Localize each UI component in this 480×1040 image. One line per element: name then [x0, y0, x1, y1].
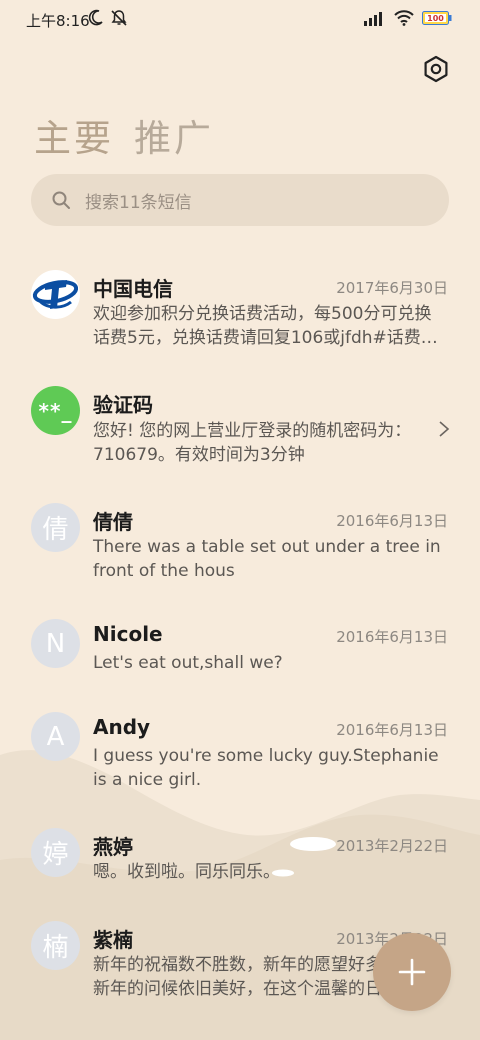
sender-name: 中国电信 [93, 277, 173, 301]
chevron-right-icon[interactable] [438, 420, 450, 438]
avatar-text: A [46, 721, 65, 752]
sender-name: Andy [93, 715, 151, 739]
avatar-text: 婷 [42, 840, 69, 870]
message-preview: 您好! 您的网上营业厅登录的随机密码为：710679。有效时间为3分钟 [93, 421, 412, 465]
category-tabs: 主要 推广 [34, 108, 214, 162]
search-bar[interactable]: 搜索11条短信 [31, 174, 449, 226]
sender-name: 燕婷 [93, 835, 133, 859]
message-preview: 嗯。收到啦。同乐同乐。 [93, 862, 280, 882]
tab-promotions[interactable]: 推广 [134, 108, 214, 162]
wifi-icon [394, 10, 414, 26]
sender-name: 验证码 [93, 393, 153, 417]
status-time: 上午8:16 [26, 12, 90, 30]
avatar-text: 楠 [42, 933, 69, 963]
avatar-text: 倩 [42, 515, 69, 545]
sender-name: 倩倩 [93, 510, 133, 534]
plus-icon [398, 958, 426, 986]
message-preview: 欢迎参加积分兑换话费活动，每500分可兑换话费5元，兑换话费请回复106或jfd… [93, 304, 438, 348]
message-preview: I guess you're some lucky guy.Stephanie … [93, 746, 439, 790]
message-date: 2016年6月13日 [336, 721, 448, 739]
tab-main[interactable]: 主要 [34, 108, 114, 162]
message-preview: Let's eat out,shall we? [93, 653, 283, 673]
avatar-text: **_ [38, 398, 73, 423]
message-date: 2016年6月13日 [336, 512, 448, 530]
sender-name: 紫楠 [93, 928, 133, 952]
avatar: 楠 [31, 921, 80, 970]
muted-bell-icon [111, 10, 127, 26]
status-bar: 上午8:16 100 [0, 0, 480, 40]
avatar [31, 270, 80, 319]
avatar: 倩 [31, 503, 80, 552]
signal-icon [364, 12, 382, 26]
china-telecom-logo-icon [31, 270, 80, 319]
battery-icon: 100 [422, 11, 452, 25]
settings-gear-icon[interactable] [422, 55, 450, 83]
moon-icon [88, 9, 103, 26]
avatar: N [31, 619, 80, 668]
battery-level: 100 [427, 14, 444, 23]
message-preview: There was a table set out under a tree i… [93, 537, 441, 581]
search-icon [52, 191, 70, 209]
avatar: A [31, 712, 80, 761]
sender-name: Nicole [93, 622, 163, 646]
avatar: **_ [31, 386, 80, 435]
message-date: 2017年6月30日 [336, 279, 448, 297]
message-date: 2016年6月13日 [336, 628, 448, 646]
search-input[interactable]: 搜索11条短信 [85, 188, 192, 213]
compose-button[interactable] [373, 933, 451, 1011]
avatar: 婷 [31, 828, 80, 877]
message-date: 2013年2月22日 [336, 837, 448, 855]
avatar-text: N [45, 628, 66, 659]
